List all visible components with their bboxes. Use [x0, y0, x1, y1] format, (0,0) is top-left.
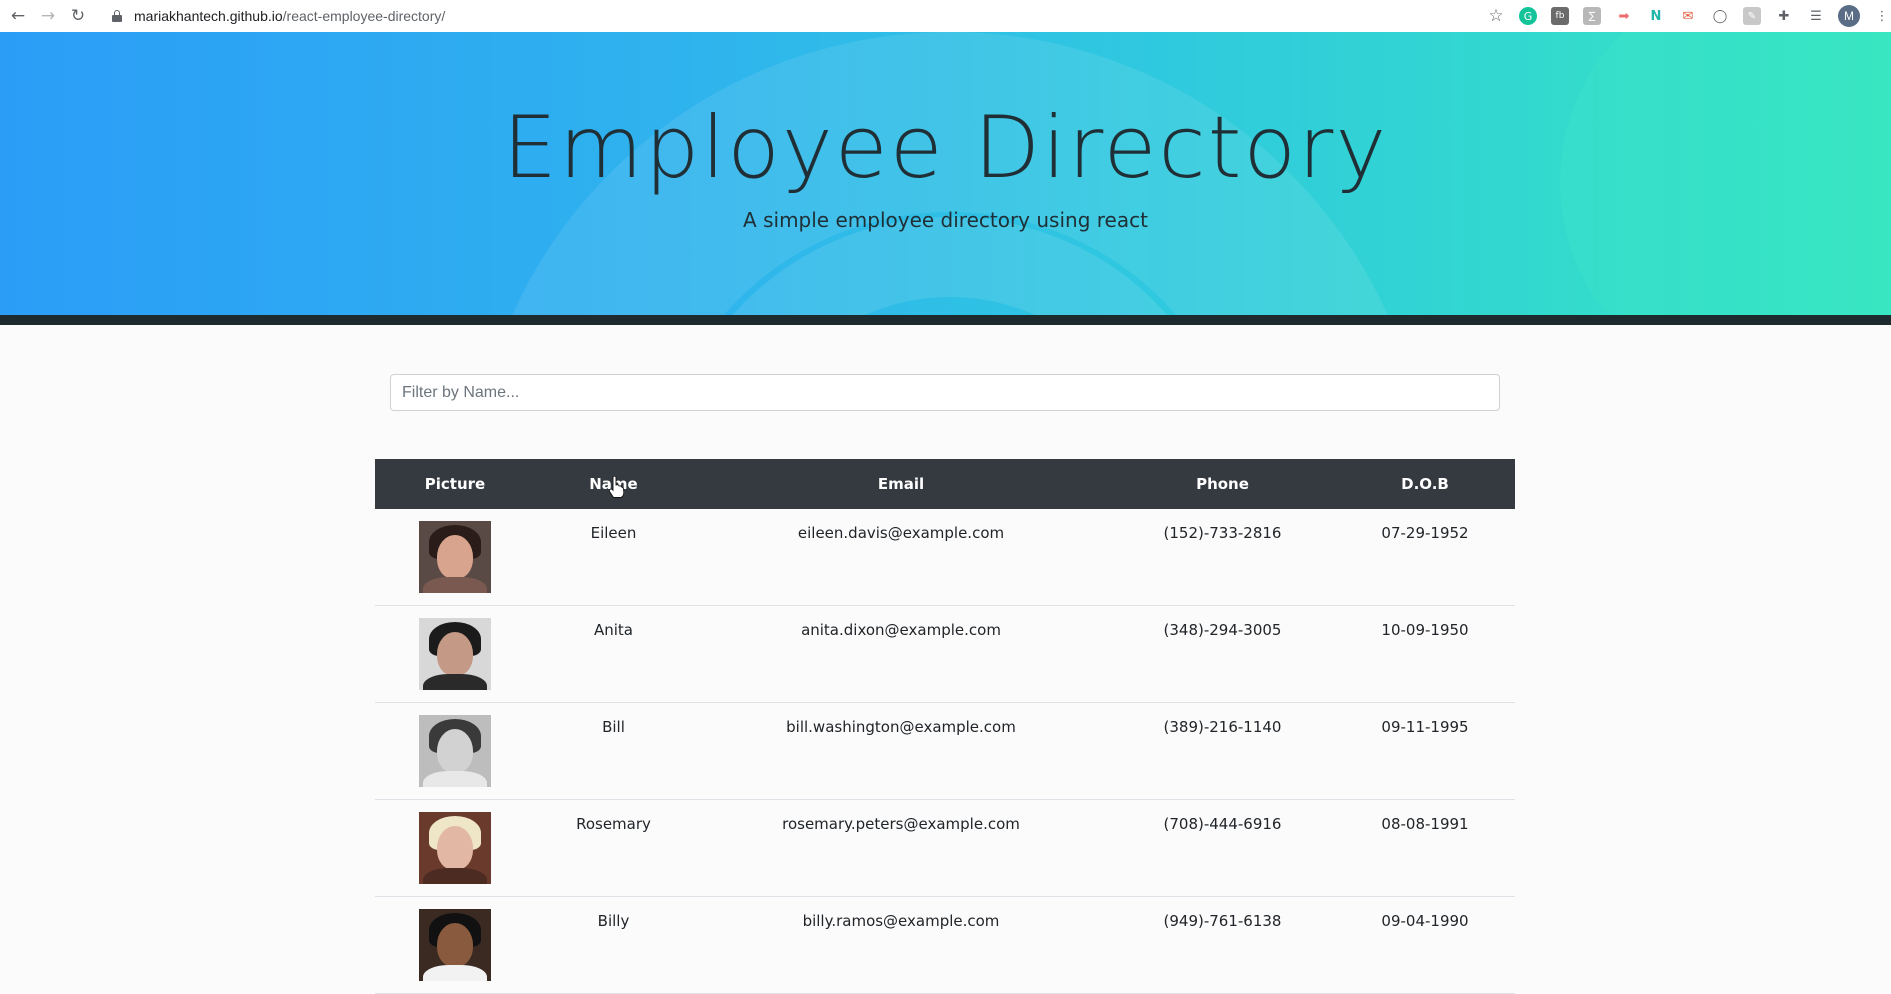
megaphone-extension-icon[interactable]: ✉ [1679, 7, 1697, 25]
url-host: mariakhantech.github.io [134, 8, 283, 24]
dob-cell: 09-04-1990 [1381, 912, 1469, 930]
picture-cell [375, 606, 535, 702]
phone-cell: (949)-761-6138 [1163, 912, 1282, 930]
extension-icon[interactable]: N [1647, 7, 1665, 25]
picture-cell [375, 703, 535, 799]
extensions-area: ☆ G fb ∑ ➡ N ✉ ◯ ✎ ✚ ☰ M ⋮ [1480, 0, 1891, 32]
hero-banner: Employee Directory A simple employee dir… [0, 32, 1891, 315]
employee-photo [419, 909, 491, 981]
header-phone: Phone [1196, 475, 1249, 493]
employee-photo [419, 618, 491, 690]
email-cell: billy.ramos@example.com [802, 912, 1000, 930]
page-title: Employee Directory [502, 98, 1389, 198]
picture-cell [375, 800, 535, 896]
table-row: Billy billy.ramos@example.com (949)-761-… [375, 897, 1515, 994]
extension-icon[interactable]: fb [1551, 7, 1569, 25]
puzzle-icon[interactable]: ✚ [1775, 7, 1793, 25]
picture-cell [375, 897, 535, 993]
url-text: mariakhantech.github.io/react-employee-d… [134, 8, 445, 24]
employee-photo [419, 812, 491, 884]
dob-cell: 09-11-1995 [1381, 718, 1469, 736]
dob-cell: 10-09-1950 [1381, 621, 1469, 639]
name-cell: Rosemary [576, 815, 651, 833]
menu-icon[interactable]: ⋮ [1873, 7, 1891, 25]
forward-icon[interactable]: → [36, 4, 60, 28]
extension-icon[interactable]: ∑ [1583, 7, 1601, 25]
header-dob: D.O.B [1401, 475, 1449, 493]
table-row: Eileen eileen.davis@example.com (152)-73… [375, 509, 1515, 606]
media-queue-icon[interactable]: ☰ [1807, 7, 1825, 25]
phone-cell: (348)-294-3005 [1163, 621, 1282, 639]
phone-cell: (152)-733-2816 [1163, 524, 1282, 542]
table-row: Bill bill.washington@example.com (389)-2… [375, 703, 1515, 800]
header-email: Email [877, 475, 925, 493]
dob-cell: 07-29-1952 [1381, 524, 1469, 542]
browser-toolbar: ← → ↻ mariakhantech.github.io/react-empl… [0, 0, 1891, 32]
name-cell: Bill [602, 718, 625, 736]
name-cell: Billy [597, 912, 630, 930]
picture-cell [375, 509, 535, 605]
back-icon[interactable]: ← [6, 4, 30, 28]
employee-table: Picture Name Email Phone D.O.B Eileen ei… [375, 459, 1515, 994]
extension-icon[interactable]: ✎ [1743, 7, 1761, 25]
bookmark-star-icon[interactable]: ☆ [1487, 6, 1505, 26]
extension-icon[interactable]: ◯ [1711, 7, 1729, 25]
table-row: Anita anita.dixon@example.com (348)-294-… [375, 606, 1515, 703]
page-subtitle: A simple employee directory using react [743, 208, 1148, 232]
profile-avatar[interactable]: M [1838, 5, 1860, 27]
lock-icon [112, 10, 122, 22]
phone-cell: (708)-444-6916 [1163, 815, 1282, 833]
hand-cursor-icon [608, 476, 624, 498]
email-cell: bill.washington@example.com [786, 718, 1016, 736]
header-picture: Picture [424, 475, 486, 493]
hero-divider [0, 315, 1891, 325]
dob-cell: 08-08-1991 [1381, 815, 1469, 833]
name-cell: Eileen [590, 524, 637, 542]
table-body: Eileen eileen.davis@example.com (152)-73… [375, 509, 1515, 994]
grammarly-extension-icon[interactable]: G [1519, 7, 1537, 25]
table-row: Rosemary rosemary.peters@example.com (70… [375, 800, 1515, 897]
email-cell: anita.dixon@example.com [801, 621, 1001, 639]
phone-cell: (389)-216-1140 [1163, 718, 1282, 736]
url-path: /react-employee-directory/ [282, 8, 446, 24]
email-cell: rosemary.peters@example.com [782, 815, 1020, 833]
table-header: Picture Name Email Phone D.O.B [375, 459, 1515, 509]
employee-photo [419, 521, 491, 593]
address-bar[interactable]: mariakhantech.github.io/react-employee-d… [112, 4, 445, 28]
name-cell: Anita [593, 621, 633, 639]
email-cell: eileen.davis@example.com [797, 524, 1005, 542]
employee-photo [419, 715, 491, 787]
extension-icon[interactable]: ➡ [1615, 7, 1633, 25]
reload-icon[interactable]: ↻ [66, 4, 90, 28]
filter-by-name-input[interactable] [390, 374, 1500, 411]
